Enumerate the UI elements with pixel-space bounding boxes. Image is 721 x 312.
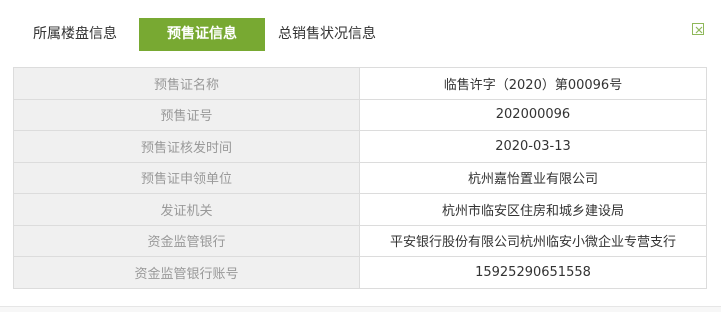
tab-sales-status[interactable]: 总销售状况信息 bbox=[278, 18, 376, 51]
row-value: 杭州市临安区住房和城乡建设局 bbox=[359, 193, 707, 226]
tab-presale-license[interactable]: 预售证信息 bbox=[139, 18, 265, 51]
row-value: 2020-03-13 bbox=[359, 130, 707, 163]
table-row: 预售证申领单位 杭州嘉怡置业有限公司 bbox=[13, 161, 707, 194]
tab-bar: 所属楼盘信息 预售证信息 总销售状况信息 bbox=[0, 18, 721, 51]
row-value: 15925290651558 bbox=[359, 256, 707, 289]
row-label: 资金监管银行 bbox=[13, 224, 360, 257]
row-value: 杭州嘉怡置业有限公司 bbox=[359, 161, 707, 194]
row-value: 202000096 bbox=[359, 98, 707, 131]
close-icon bbox=[695, 26, 703, 34]
row-value: 临售许字（2020）第00096号 bbox=[359, 67, 707, 100]
row-label: 预售证申领单位 bbox=[13, 161, 360, 194]
row-value: 平安银行股份有限公司杭州临安小微企业专营支行 bbox=[359, 224, 707, 257]
tab-project-info[interactable]: 所属楼盘信息 bbox=[33, 18, 117, 51]
table-row: 预售证号 202000096 bbox=[13, 98, 707, 131]
close-button[interactable] bbox=[692, 23, 704, 35]
table-row: 发证机关 杭州市临安区住房和城乡建设局 bbox=[13, 193, 707, 226]
bottom-divider bbox=[0, 306, 721, 312]
table-row: 预售证名称 临售许字（2020）第00096号 bbox=[13, 67, 707, 100]
row-label: 资金监管银行账号 bbox=[13, 256, 360, 289]
row-label: 预售证核发时间 bbox=[13, 130, 360, 163]
row-label: 发证机关 bbox=[13, 193, 360, 226]
table-row: 资金监管银行账号 15925290651558 bbox=[13, 256, 707, 289]
row-label: 预售证号 bbox=[13, 98, 360, 131]
row-label: 预售证名称 bbox=[13, 67, 360, 100]
presale-license-table: 预售证名称 临售许字（2020）第00096号 预售证号 202000096 预… bbox=[13, 67, 707, 289]
table-row: 预售证核发时间 2020-03-13 bbox=[13, 130, 707, 163]
table-row: 资金监管银行 平安银行股份有限公司杭州临安小微企业专营支行 bbox=[13, 224, 707, 257]
